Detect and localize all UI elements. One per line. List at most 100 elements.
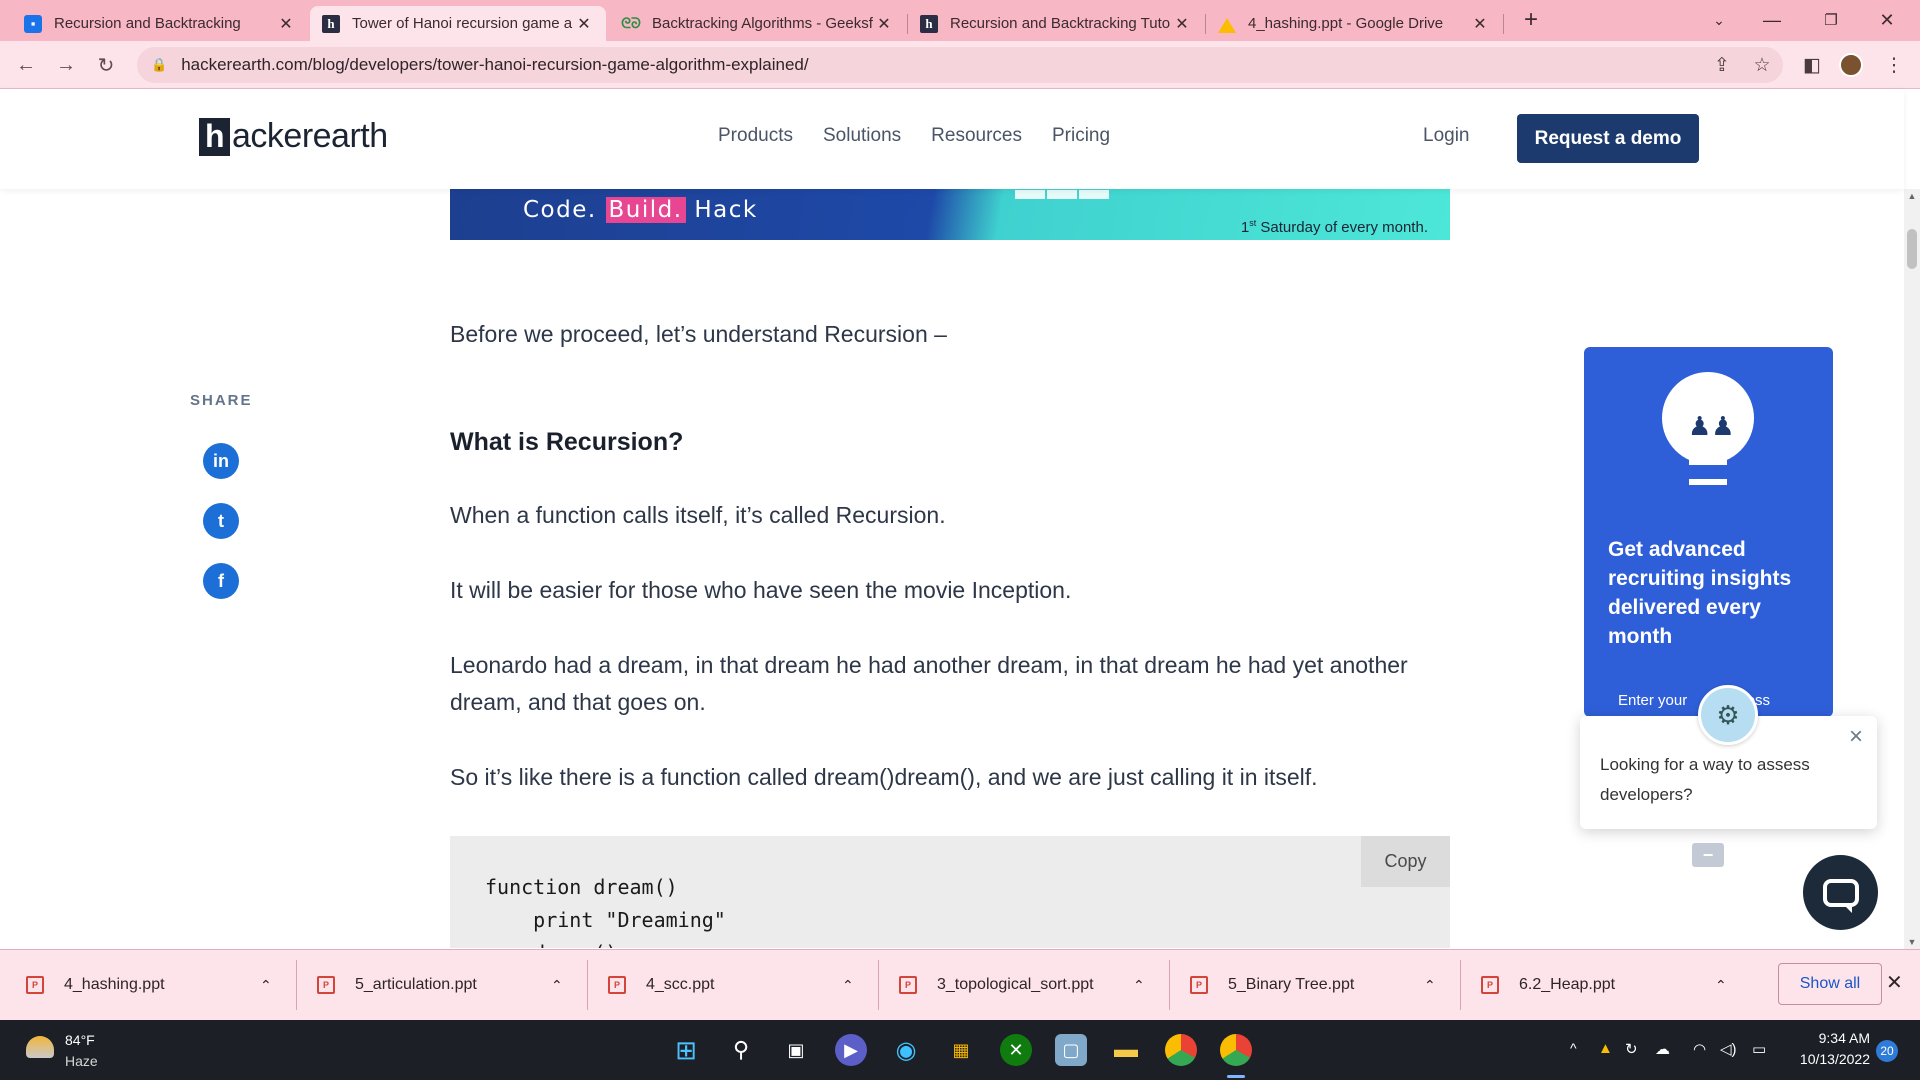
active-app-indicator — [1227, 1075, 1245, 1078]
facebook-glyph: f — [218, 570, 224, 591]
nav-products[interactable]: Products — [718, 125, 793, 147]
notification-badge[interactable]: 20 — [1876, 1040, 1898, 1062]
article-paragraph: It will be easier for those who have see… — [450, 577, 1072, 603]
file-explorer-icon[interactable]: ▬ — [1110, 1034, 1142, 1066]
chat-bot-avatar: ⚙ — [1698, 685, 1758, 745]
google-drive-tray-icon[interactable]: ▲ — [1598, 1040, 1613, 1057]
bookmark-star-icon[interactable]: ☆ — [1746, 49, 1778, 81]
geeksforgeeks-icon: ᘓᘐ — [621, 15, 641, 31]
chrome-profile-icon[interactable] — [1220, 1034, 1252, 1066]
download-item[interactable]: P 4_hashing.ppt ⌃ — [26, 950, 288, 1020]
share-page-icon[interactable]: ⇪ — [1706, 49, 1738, 81]
facebook-icon[interactable]: f — [203, 563, 239, 599]
show-all-downloads-button[interactable]: Show all — [1778, 963, 1882, 1005]
address-bar[interactable]: 🔒 hackerearth.com/blog/developers/tower-… — [137, 47, 1783, 83]
photos-icon[interactable]: ▢ — [1055, 1034, 1087, 1066]
windows-taskbar: 84°F Haze ⊞ ⚲ ▣ ▶ ◉ ▦ ✕ ▢ ▬ ^ ▲ ↻ ☁ ◠ ◁)… — [0, 1020, 1920, 1080]
site-header: h ackerearth Products Solutions Resource… — [0, 89, 1904, 189]
hackerearth-logo[interactable]: h ackerearth — [199, 117, 388, 156]
scroll-up-icon[interactable]: ▲ — [1907, 191, 1917, 201]
close-icon[interactable]: ✕ — [1172, 14, 1192, 34]
menu-kebab-icon[interactable]: ⋮ — [1878, 49, 1910, 81]
weather-condition[interactable]: Haze — [65, 1053, 98, 1069]
nav-solutions[interactable]: Solutions — [823, 125, 901, 147]
newsletter-promo: ♟♟ Get advanced recruiting insights deli… — [1584, 347, 1833, 717]
weather-haze-icon[interactable] — [26, 1036, 54, 1058]
close-icon[interactable]: ✕ — [874, 14, 894, 34]
close-icon[interactable]: ✕ — [1470, 14, 1490, 34]
download-item[interactable]: P 5_articulation.ppt ⌃ — [317, 950, 579, 1020]
chevron-up-icon[interactable]: ⌃ — [1715, 977, 1727, 994]
reload-icon[interactable]: ↻ — [90, 49, 122, 81]
chevron-up-icon[interactable]: ^ — [1570, 1040, 1577, 1056]
section-heading: What is Recursion? — [450, 428, 684, 456]
chevron-up-icon[interactable]: ⌃ — [551, 977, 563, 994]
onedrive-cloud-icon[interactable]: ☁ — [1655, 1040, 1670, 1058]
restore-icon[interactable]: ❐ — [1808, 4, 1854, 36]
code-content[interactable]: function dream() print "Dreaming" dream(… — [485, 871, 726, 948]
download-item[interactable]: P 3_topological_sort.ppt ⌃ — [899, 950, 1161, 1020]
download-item[interactable]: P 6.2_Heap.ppt ⌃ — [1481, 950, 1743, 1020]
url-text: hackerearth.com/blog/developers/tower-ha… — [181, 55, 809, 74]
close-icon[interactable]: ✕ — [276, 14, 296, 34]
back-arrow-icon[interactable]: ← — [10, 49, 42, 81]
xbox-icon[interactable]: ✕ — [1000, 1034, 1032, 1066]
google-drive-icon — [1218, 15, 1236, 33]
microsoft-store-icon[interactable]: ▦ — [945, 1034, 977, 1066]
lock-icon[interactable]: 🔒 — [151, 57, 167, 73]
window-close-icon[interactable]: ✕ — [1864, 4, 1910, 36]
profile-avatar[interactable] — [1839, 53, 1863, 77]
wifi-icon[interactable]: ◠ — [1693, 1040, 1706, 1058]
tab-tower-of-hanoi[interactable]: h Tower of Hanoi recursion game a ✕ — [310, 6, 606, 41]
clock-date[interactable]: 10/13/2022 — [1790, 1051, 1870, 1067]
chat-launcher-button[interactable] — [1803, 855, 1878, 930]
banner-tagline: Code. Build. Hack — [523, 197, 758, 223]
linkedin-icon[interactable]: in — [203, 443, 239, 479]
close-icon[interactable]: ✕ — [574, 14, 594, 34]
weather-temperature[interactable]: 84°F — [65, 1032, 95, 1048]
scrollbar-thumb[interactable] — [1907, 229, 1917, 269]
tab-recursion-backtracking[interactable]: ▪ Recursion and Backtracking ✕ — [12, 6, 308, 41]
chrome-icon[interactable] — [1165, 1034, 1197, 1066]
chevron-up-icon[interactable]: ⌃ — [842, 977, 854, 994]
close-icon[interactable]: × — [1845, 725, 1867, 749]
copy-code-button[interactable]: Copy — [1361, 836, 1450, 887]
forward-arrow-icon[interactable]: → — [50, 49, 82, 81]
minimize-icon[interactable]: — — [1749, 4, 1795, 36]
page-scrollbar[interactable]: ▲ ▼ — [1904, 189, 1920, 949]
tab-google-drive[interactable]: 4_hashing.ppt - Google Drive ✕ — [1206, 6, 1502, 41]
clock-time[interactable]: 9:34 AM — [1810, 1030, 1870, 1046]
download-item[interactable]: P 4_scc.ppt ⌃ — [608, 950, 870, 1020]
minimize-chat-button[interactable]: − — [1692, 843, 1724, 867]
task-view-icon[interactable]: ▣ — [780, 1034, 812, 1066]
edge-browser-icon[interactable]: ◉ — [890, 1034, 922, 1066]
downloads-bar: P 4_hashing.ppt ⌃ P 5_articulation.ppt ⌃… — [0, 949, 1920, 1020]
scroll-down-icon[interactable]: ▼ — [1907, 937, 1917, 947]
twitter-icon[interactable]: t — [203, 503, 239, 539]
close-downloads-icon[interactable]: ✕ — [1886, 970, 1903, 995]
tab-recursion-tutorial[interactable]: h Recursion and Backtracking Tuto ✕ — [908, 6, 1204, 41]
chevron-up-icon[interactable]: ⌃ — [260, 977, 272, 994]
search-icon[interactable]: ⚲ — [725, 1034, 757, 1066]
volume-icon[interactable]: ◁) — [1720, 1040, 1737, 1058]
side-panel-icon[interactable]: ◧ — [1796, 49, 1828, 81]
nav-resources[interactable]: Resources — [931, 125, 1022, 147]
article-paragraph: Leonardo had a dream, in that dream he h… — [450, 652, 1408, 715]
battery-icon[interactable]: ▭ — [1752, 1040, 1766, 1058]
tab-search-icon[interactable]: ⌄ — [1696, 4, 1742, 36]
request-demo-button[interactable]: Request a demo — [1517, 114, 1699, 163]
linkedin-glyph: in — [213, 450, 229, 471]
teams-chat-icon[interactable]: ▶ — [835, 1034, 867, 1066]
event-banner[interactable]: ▬▬▬ Code. Build. Hack 1st Saturday of ev… — [450, 189, 1450, 240]
chevron-up-icon[interactable]: ⌃ — [1424, 977, 1436, 994]
windows-start-icon[interactable]: ⊞ — [670, 1034, 702, 1066]
new-tab-icon[interactable]: + — [1508, 4, 1554, 36]
login-link[interactable]: Login — [1423, 125, 1470, 147]
tab-backtracking-geeks[interactable]: ᘓᘐ Backtracking Algorithms - Geeksf ✕ — [610, 6, 906, 41]
chevron-up-icon[interactable]: ⌃ — [1133, 977, 1145, 994]
browser-toolbar: ← → ↻ 🔒 hackerearth.com/blog/developers/… — [0, 41, 1920, 89]
sync-icon[interactable]: ↻ — [1625, 1040, 1638, 1058]
tagline-hack: Hack — [685, 197, 758, 223]
download-item[interactable]: P 5_Binary Tree.ppt ⌃ — [1190, 950, 1452, 1020]
nav-pricing[interactable]: Pricing — [1052, 125, 1110, 147]
